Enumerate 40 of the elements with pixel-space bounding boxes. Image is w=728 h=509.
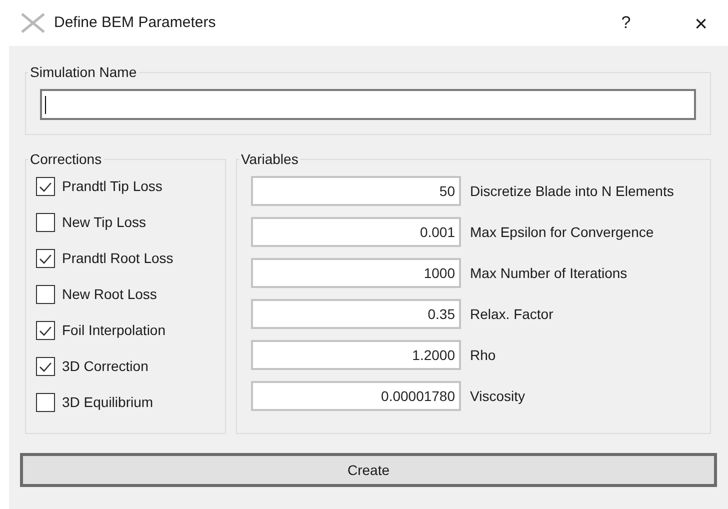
number-field[interactable]: 0.001 — [251, 217, 461, 247]
field-label: Relax. Factor — [470, 304, 554, 324]
checkbox-label: New Root Loss — [62, 285, 157, 304]
create-button[interactable]: Create — [20, 453, 717, 487]
checkmark-icon — [39, 326, 52, 336]
field-label: Max Epsilon for Convergence — [470, 222, 654, 242]
checkmark-icon — [39, 254, 52, 264]
checkbox-label: Foil Interpolation — [62, 321, 166, 340]
field-label: Discretize Blade into N Elements — [470, 182, 674, 200]
number-field[interactable]: 50 — [251, 176, 461, 206]
field-label: Max Number of Iterations — [470, 264, 628, 282]
help-button[interactable]: ? — [611, 10, 641, 36]
checkbox-label: 3D Correction — [62, 357, 148, 376]
checkmark-icon — [39, 362, 52, 372]
field-label: Rho — [470, 346, 496, 364]
app-icon — [20, 12, 46, 34]
checkbox[interactable] — [36, 177, 55, 196]
window-title: Define BEM Parameters — [54, 12, 216, 33]
field-label: Viscosity — [470, 386, 525, 406]
checkbox[interactable] — [36, 321, 55, 340]
number-field[interactable]: 0.35 — [251, 299, 461, 329]
name-field[interactable] — [40, 89, 696, 120]
checkbox-label: 3D Equilibrium — [62, 393, 154, 412]
group-title: Variables — [240, 150, 300, 169]
checkbox[interactable] — [36, 213, 55, 232]
checkmark-icon — [39, 182, 52, 192]
group-title: Corrections — [29, 150, 103, 169]
group-title: Simulation Name — [29, 63, 138, 82]
number-field[interactable]: 1.2000 — [251, 340, 461, 370]
checkbox-label: New Tip Loss — [62, 213, 146, 232]
number-field[interactable]: 1000 — [251, 258, 461, 288]
checkbox-label: Prandtl Root Loss — [62, 249, 174, 268]
checkbox[interactable] — [36, 285, 55, 304]
checkbox[interactable] — [36, 357, 55, 376]
text-cursor — [45, 96, 46, 114]
number-field[interactable]: 0.00001780 — [251, 381, 461, 411]
checkbox[interactable] — [36, 249, 55, 268]
checkbox-label: Prandtl Tip Loss — [62, 177, 162, 196]
close-button[interactable]: × — [686, 6, 716, 40]
checkbox[interactable] — [36, 393, 55, 412]
